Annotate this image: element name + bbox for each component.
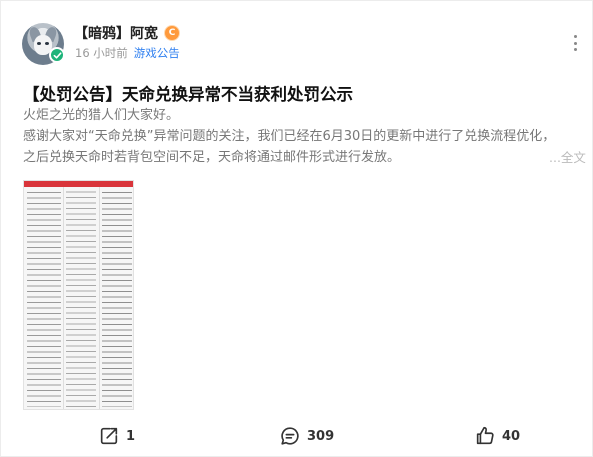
share-count: 1	[126, 428, 136, 444]
comment-button[interactable]: 309	[279, 421, 334, 451]
like-button[interactable]: 40	[474, 421, 520, 451]
table-column	[102, 189, 132, 407]
table-header-bar	[24, 181, 133, 187]
body-line: 火炬之光的猎人们大家好。	[23, 108, 180, 123]
body-line: 之后兑换天命时若背包空间不足，天命将通过邮件形式进行发放。	[23, 150, 401, 165]
more-vertical-icon[interactable]	[571, 35, 579, 51]
action-bar: 1 309 40	[1, 421, 593, 451]
avatar-eye-right	[45, 42, 49, 45]
thumbs-up-icon	[476, 426, 494, 445]
expand-full-text-link[interactable]: ...全文	[549, 147, 586, 166]
share-icon	[100, 427, 118, 445]
table-divider	[63, 187, 64, 409]
verified-check-icon	[49, 47, 65, 63]
table-divider	[99, 187, 100, 409]
share-button[interactable]: 1	[98, 421, 135, 451]
author-line: 【暗鸦】阿宽 C	[74, 24, 180, 42]
post-body[interactable]: 火炬之光的猎人们大家好。 感谢大家对“天命兑换”异常问题的关注，我们已经在6月3…	[23, 105, 589, 168]
avatar-eye-left	[37, 42, 41, 45]
attached-image-table[interactable]	[23, 180, 134, 410]
comment-count: 309	[307, 428, 335, 444]
post-card: 【暗鸦】阿宽 C 16 小时前 游戏公告 【处罚公告】天命兑换异常不当获利处罚公…	[0, 0, 593, 457]
board-link[interactable]: 游戏公告	[134, 45, 180, 61]
post-title[interactable]: 【处罚公告】天命兑换异常不当获利处罚公示	[23, 81, 353, 105]
table-column	[27, 189, 61, 407]
author-name[interactable]: 【暗鸦】阿宽	[74, 23, 158, 43]
level-badge: C	[164, 25, 180, 41]
table-column	[66, 189, 96, 407]
post-meta: 16 小时前 游戏公告	[75, 45, 180, 61]
like-count: 40	[502, 428, 521, 444]
comment-icon	[281, 427, 299, 445]
body-line: 感谢大家对“天命兑换”异常问题的关注，我们已经在6月30日的更新中进行了兑换流程…	[23, 129, 556, 144]
post-time: 16 小时前	[75, 46, 128, 60]
